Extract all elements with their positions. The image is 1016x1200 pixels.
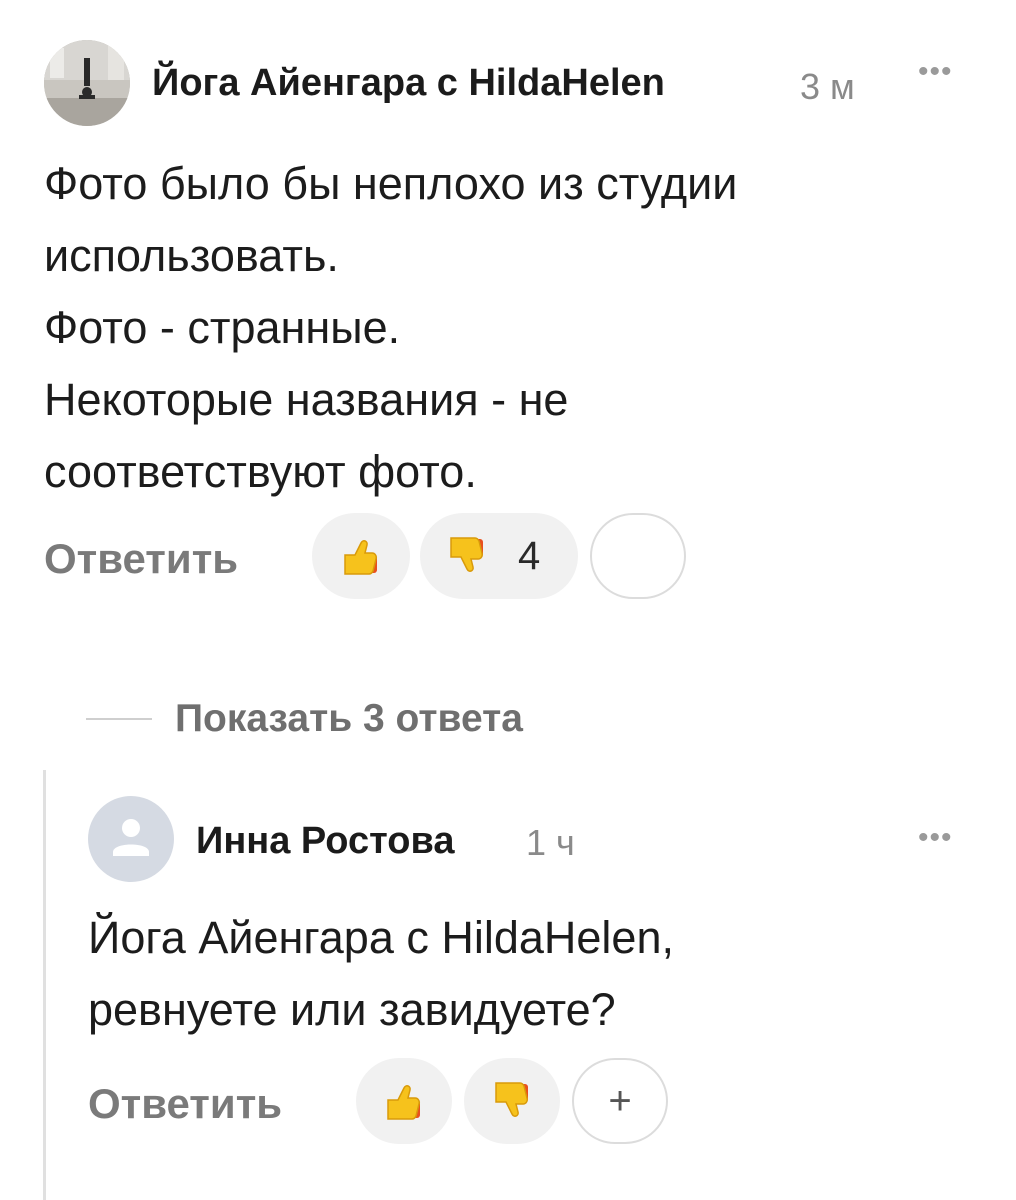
- reply-button[interactable]: Ответить: [44, 535, 238, 583]
- author-avatar[interactable]: [44, 40, 130, 126]
- comment-author[interactable]: Йога Айенгара с HildaHelen: [152, 62, 665, 105]
- reply-time: 1 ч: [526, 822, 575, 863]
- comment-time: 3 м: [800, 66, 855, 107]
- thumbs-down-icon: [450, 537, 483, 572]
- like-button[interactable]: [356, 1058, 452, 1144]
- dislike-button[interactable]: 4: [420, 513, 578, 599]
- like-button[interactable]: [312, 513, 410, 599]
- show-replies-link[interactable]: Показать 3 ответа: [175, 697, 523, 741]
- reply-author[interactable]: Инна Ростова: [196, 820, 454, 863]
- thumbs-down-icon: [495, 1082, 528, 1117]
- more-options-icon[interactable]: •••: [918, 823, 953, 853]
- add-reaction-button[interactable]: [590, 513, 686, 599]
- comment-line: использовать.: [44, 230, 339, 281]
- reply-line: Йога Айенгара с HildaHelen,: [88, 912, 674, 963]
- reply-text: Йога Айенгара с HildaHelen, ревнуете или…: [88, 902, 948, 1046]
- thumbs-up-icon: [344, 540, 377, 575]
- reply-line: ревнуете или завидуете?: [88, 984, 616, 1035]
- reply-button[interactable]: Ответить: [88, 1080, 282, 1128]
- dislike-count: 4: [518, 533, 541, 578]
- comment-line: соответствуют фото.: [44, 446, 477, 497]
- thumbs-up-icon: [387, 1085, 420, 1120]
- comment-line: Фото было бы неплохо из студии: [44, 158, 738, 209]
- dislike-button[interactable]: [464, 1058, 560, 1144]
- thread-divider: [86, 718, 152, 720]
- reply-author-avatar[interactable]: [88, 796, 174, 882]
- add-reaction-button[interactable]: +: [572, 1058, 668, 1144]
- comment-line: Фото - странные.: [44, 302, 401, 353]
- more-options-icon[interactable]: •••: [918, 57, 953, 87]
- comment-text: Фото было бы неплохо из студии использов…: [44, 148, 944, 508]
- avatar-photo: [44, 40, 130, 126]
- comment-line: Некоторые названия - не: [44, 374, 569, 425]
- user-placeholder-icon: [113, 819, 149, 856]
- reply-thread-line: [43, 770, 46, 1200]
